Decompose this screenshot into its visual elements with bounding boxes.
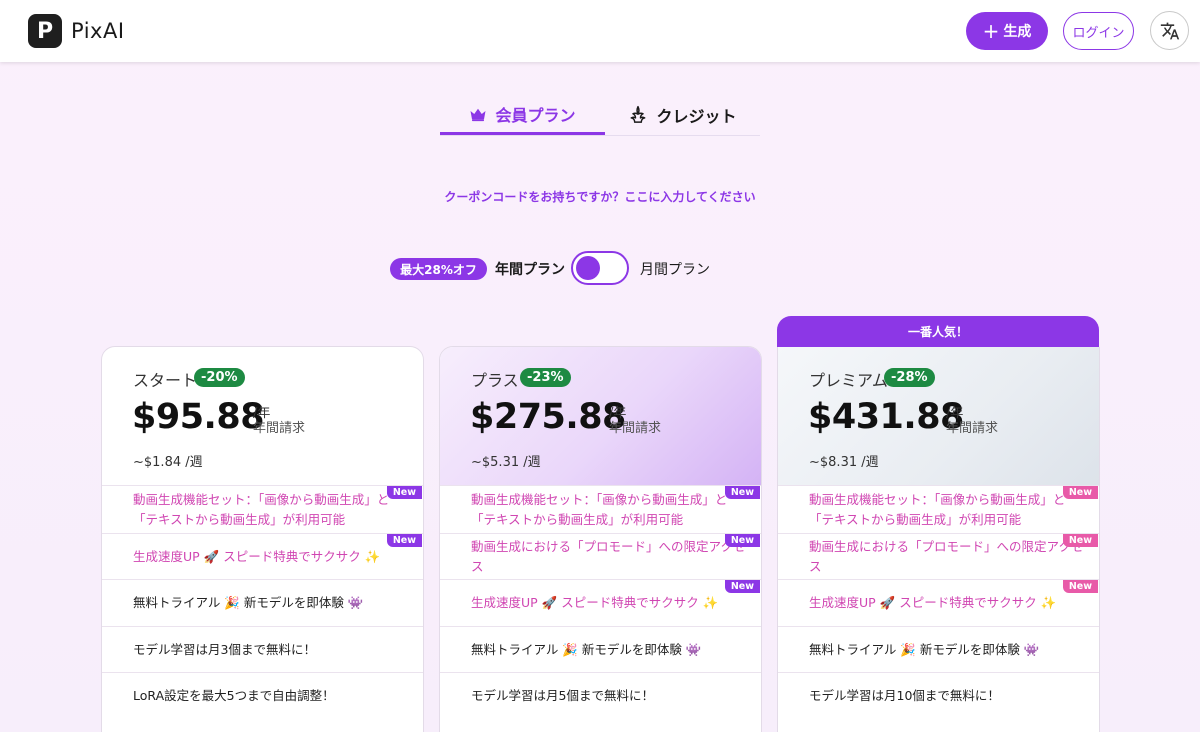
feature-text: 動画生成における「プロモード」への限定アクセス: [809, 538, 1084, 574]
pixai-logo[interactable]: P PixAI: [28, 14, 125, 48]
plan-card-header: プレミアム -28% $431.88 /年 年間請求 ~$8.31 /週: [778, 347, 1099, 485]
tab-membership-label: 会員プラン: [495, 106, 576, 125]
crown-icon: [470, 108, 486, 122]
feature-item: 無料トライアル 🎉 新モデルを即体験 👾: [778, 626, 1099, 672]
translate-icon: [1160, 22, 1179, 39]
feature-item: 生成速度UP 🚀 スピード特典でサクサク ✨ New: [102, 533, 423, 579]
feature-item: モデル学習は月10個まで無料に！: [778, 672, 1099, 719]
plan-name: プラス: [471, 371, 519, 390]
feature-text: 無料トライアル 🎉 新モデルを即体験 👾: [133, 595, 364, 610]
plan-name: プレミアム: [809, 371, 888, 390]
feature-text: 動画生成における「プロモード」への限定アクセス: [471, 538, 746, 574]
feature-item: モデル学習は月3個まで無料に！: [102, 626, 423, 672]
feature-item: 生成速度UP 🚀 スピード特典でサクサク ✨ New: [440, 579, 761, 626]
feature-text: モデル学習は月5個まで無料に！: [471, 688, 654, 703]
monthly-plan-label[interactable]: 月間プラン: [640, 259, 710, 279]
toggle-knob: [576, 256, 600, 280]
feature-item: 動画生成機能セット：「画像から動画生成」と「テキストから動画生成」が利用可能 N…: [102, 485, 423, 533]
feature-text: 動画生成機能セット：「画像から動画生成」と「テキストから動画生成」が利用可能: [471, 491, 728, 527]
feature-item: LoRA設定を最大5つまで自由調整！: [102, 672, 423, 719]
feature-text: 生成速度UP 🚀 スピード特典でサクサク ✨: [809, 595, 1057, 610]
plus-icon: +: [982, 19, 1000, 43]
weekly-price: ~$8.31 /週: [809, 455, 879, 470]
billing-period-toggle[interactable]: [571, 251, 629, 285]
tab-credit-label: クレジット: [656, 107, 737, 126]
weekly-price: ~$5.31 /週: [471, 455, 541, 470]
billing-note: 年間請求: [609, 421, 662, 436]
plan-discount-badge: -20%: [194, 368, 245, 387]
plan-price: $95.88: [132, 397, 265, 437]
feature-text: LoRA設定を最大5つまで自由調整！: [133, 688, 335, 703]
plan-card-premium[interactable]: プレミアム -28% $431.88 /年 年間請求 ~$8.31 /週 動画生…: [777, 347, 1100, 732]
plan-discount-badge: -28%: [884, 368, 935, 387]
feature-text: 動画生成機能セット：「画像から動画生成」と「テキストから動画生成」が利用可能: [133, 491, 390, 527]
plan-price: $275.88: [470, 397, 626, 437]
login-button[interactable]: ログイン: [1063, 12, 1134, 50]
feature-text: 生成速度UP 🚀 スピード特典でサクサク ✨: [133, 548, 381, 564]
feature-text: モデル学習は月3個まで無料に！: [133, 641, 316, 657]
plan-price: $431.88: [808, 397, 964, 437]
feature-item: 動画生成における「プロモード」への限定アクセス New: [778, 533, 1099, 579]
top-header: P PixAI + 生成 ログイン: [0, 0, 1200, 62]
tab-credit[interactable]: クレジット: [605, 96, 760, 134]
plan-card-start[interactable]: スタート -20% $95.88 /年 年間請求 ~$1.84 /週 動画生成機…: [101, 346, 424, 732]
plan-tabs: 会員プラン クレジット: [440, 96, 760, 136]
plan-discount-badge: -23%: [520, 368, 571, 387]
logo-mark: P: [28, 14, 62, 48]
plan-name: スタート: [133, 371, 198, 390]
credit-icon: [631, 105, 646, 123]
feature-text: 無料トライアル 🎉 新モデルを即体験 👾: [809, 641, 1040, 657]
billing-note: 年間請求: [253, 421, 306, 436]
feature-text: 生成速度UP 🚀 スピード特典でサクサク ✨: [471, 595, 719, 610]
new-badge: New: [1062, 486, 1098, 499]
feature-item: 動画生成における「プロモード」への限定アクセス New: [440, 533, 761, 579]
feature-text: 無料トライアル 🎉 新モデルを即体験 👾: [471, 641, 702, 657]
tab-membership[interactable]: 会員プラン: [440, 96, 605, 135]
feature-text: 動画生成機能セット：「画像から動画生成」と「テキストから動画生成」が利用可能: [809, 491, 1066, 527]
language-button[interactable]: [1150, 11, 1189, 50]
feature-list: 動画生成機能セット：「画像から動画生成」と「テキストから動画生成」が利用可能 N…: [102, 485, 423, 719]
feature-item: 動画生成機能セット：「画像から動画生成」と「テキストから動画生成」が利用可能 N…: [440, 485, 761, 533]
annual-plan-label[interactable]: 年間プラン: [495, 259, 565, 279]
feature-text: モデル学習は月10個まで無料に！: [809, 688, 1000, 703]
weekly-price: ~$1.84 /週: [133, 455, 203, 470]
new-badge: New: [724, 580, 760, 593]
plan-card-header: スタート -20% $95.88 /年 年間請求 ~$1.84 /週: [102, 347, 423, 485]
feature-list: 動画生成機能セット：「画像から動画生成」と「テキストから動画生成」が利用可能 N…: [778, 485, 1099, 719]
logo-text: PixAI: [71, 19, 125, 43]
new-badge: New: [386, 486, 422, 499]
new-badge: New: [724, 534, 760, 547]
generate-label: 生成: [1003, 24, 1032, 40]
feature-item: 生成速度UP 🚀 スピード特典でサクサク ✨ New: [778, 579, 1099, 626]
new-badge: New: [386, 534, 422, 547]
new-badge: New: [1062, 534, 1098, 547]
new-badge: New: [724, 486, 760, 499]
feature-item: モデル学習は月5個まで無料に！: [440, 672, 761, 719]
coupon-link[interactable]: クーポンコードをお持ちですか？ここに入力してください: [0, 188, 1200, 205]
new-badge: New: [1062, 580, 1098, 593]
feature-item: 無料トライアル 🎉 新モデルを即体験 👾: [440, 626, 761, 672]
max-discount-badge: 最大28%オフ: [390, 258, 487, 280]
plan-card-plus[interactable]: プラス -23% $275.88 /年 年間請求 ~$5.31 /週 動画生成機…: [439, 346, 762, 732]
most-popular-banner: 一番人気！: [777, 316, 1099, 347]
feature-item: 無料トライアル 🎉 新モデルを即体験 👾: [102, 579, 423, 626]
plan-card-header: プラス -23% $275.88 /年 年間請求 ~$5.31 /週: [440, 347, 761, 485]
generate-button[interactable]: + 生成: [966, 12, 1048, 50]
feature-item: 動画生成機能セット：「画像から動画生成」と「テキストから動画生成」が利用可能 N…: [778, 485, 1099, 533]
billing-note: 年間請求: [946, 421, 999, 436]
feature-list: 動画生成機能セット：「画像から動画生成」と「テキストから動画生成」が利用可能 N…: [440, 485, 761, 719]
